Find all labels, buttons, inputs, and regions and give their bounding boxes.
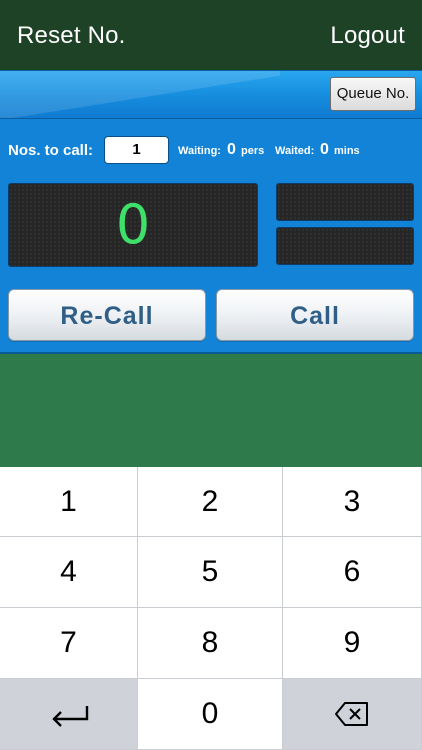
queue-number-button[interactable]: Queue No. [330,77,416,111]
return-arrow-icon [51,706,88,727]
key-3[interactable]: 3 [283,467,422,537]
key-4[interactable]: 4 [0,537,138,608]
current-number-display: 0 [8,183,258,267]
key-6[interactable]: 6 [283,537,422,608]
key-7[interactable]: 7 [0,608,138,679]
waited-value: 0 [320,141,329,158]
nos-to-call-label: Nos. to call: [8,142,94,159]
background-area [0,354,422,467]
logout-button[interactable]: Logout [330,20,405,50]
key-9[interactable]: 9 [283,608,422,679]
key-8[interactable]: 8 [138,608,283,679]
secondary-display-top [276,183,414,221]
secondary-display-bottom [276,227,414,265]
header-sheen [0,71,280,118]
panel-header: Queue No. [0,71,422,119]
return-key[interactable] [0,679,138,750]
recall-button[interactable]: Re-Call [8,289,206,341]
key-2[interactable]: 2 [138,467,283,537]
backspace-key[interactable] [283,679,422,750]
waiting-label: Waiting: [178,145,221,157]
key-1[interactable]: 1 [0,467,138,537]
key-0[interactable]: 0 [138,679,283,750]
call-button[interactable]: Call [216,289,414,341]
nos-to-call-input[interactable]: 1 [104,136,169,164]
numeric-keypad: 1 2 3 4 5 6 7 8 9 0 [0,467,422,750]
call-panel: Queue No. Nos. to call: 1 Waiting: 0 per… [0,70,422,354]
waited-label: Waited: [275,145,315,157]
waiting-value: 0 [227,141,236,158]
key-5[interactable]: 5 [138,537,283,608]
info-row: Nos. to call: 1 Waiting: 0 pers Waited: … [0,135,422,165]
top-navigation-bar: Reset No. Logout [0,0,422,70]
waiting-unit: pers [241,145,265,157]
backspace-icon [335,702,368,726]
reset-number-button[interactable]: Reset No. [17,20,126,50]
waited-unit: mins [334,145,360,157]
